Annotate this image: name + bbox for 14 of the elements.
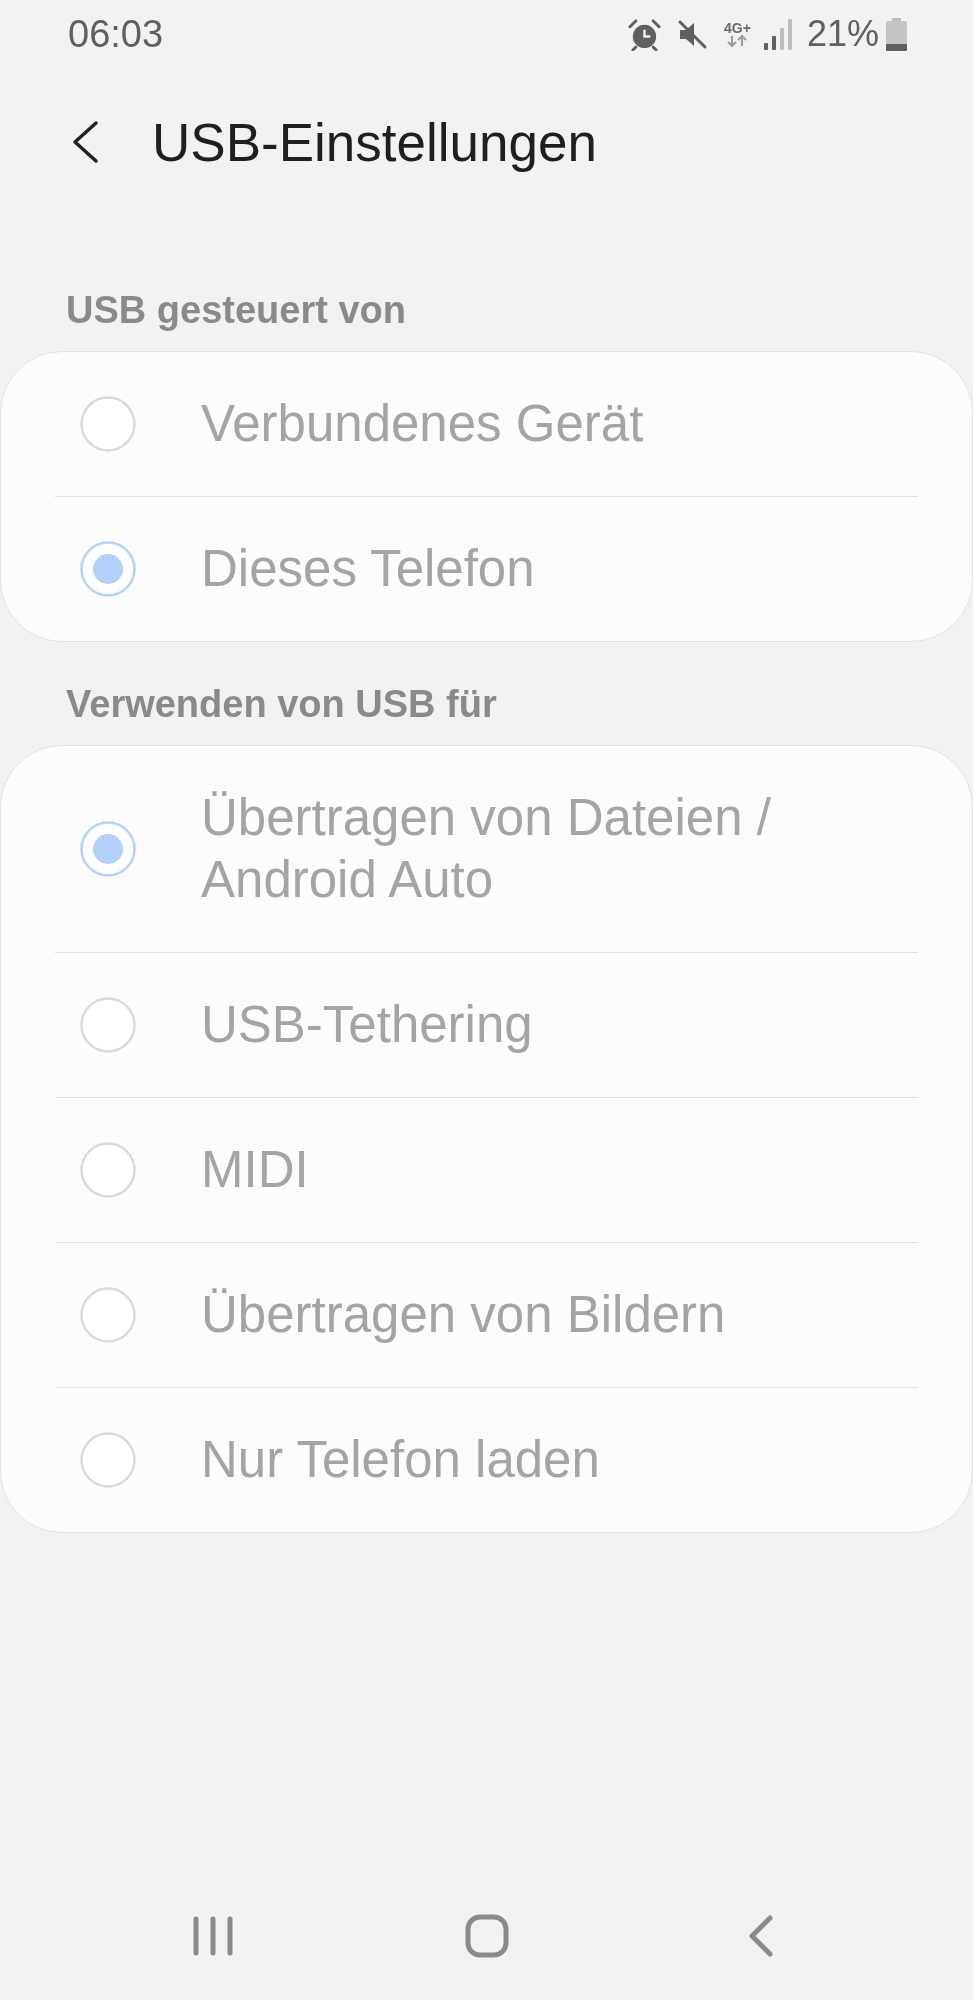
section-header: USB gesteuert von — [66, 288, 406, 332]
status-time: 06:03 — [68, 15, 164, 53]
signal-bars-icon — [763, 18, 793, 50]
alarm-clock-icon — [626, 17, 662, 51]
data-activity-icon — [726, 35, 749, 47]
home-icon[interactable] — [464, 1914, 509, 1958]
back-nav-icon[interactable] — [747, 1915, 774, 1957]
recent-apps-icon[interactable] — [192, 1916, 233, 1956]
battery-percent: 21% — [806, 16, 879, 52]
back-icon[interactable] — [71, 120, 99, 164]
mute-icon — [676, 18, 708, 50]
network-type-label: 4G+ — [724, 21, 751, 35]
battery-icon — [885, 17, 908, 51]
section-header: Verwenden von USB für — [66, 682, 497, 726]
